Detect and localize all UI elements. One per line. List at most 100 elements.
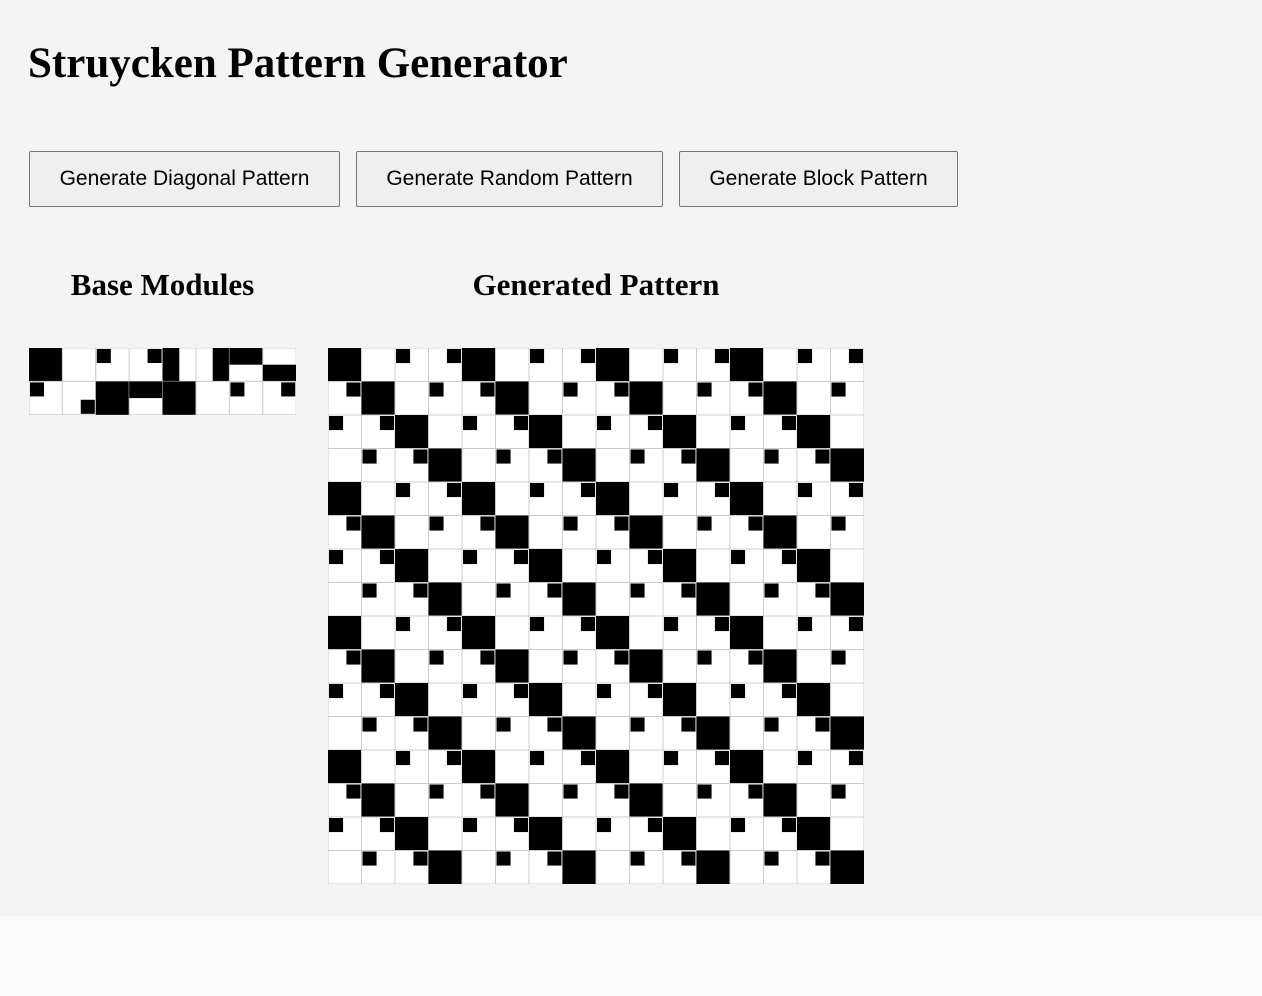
- generated-pattern-grid: [328, 348, 864, 884]
- pattern-cell: [830, 548, 864, 583]
- base-module-cell: [61, 348, 97, 382]
- pattern-cell: [394, 716, 429, 751]
- module-fill-full: [763, 783, 797, 817]
- pattern-cell: [830, 783, 864, 818]
- module-fill-tr: [781, 416, 796, 431]
- pattern-cell: [495, 414, 530, 449]
- module-fill-tl: [664, 617, 679, 632]
- pattern-cell: [830, 749, 864, 784]
- module-fill-tr: [547, 717, 562, 732]
- pattern-cell: [461, 783, 496, 818]
- module-fill-tl: [396, 751, 411, 766]
- generate-diagonal-button[interactable]: Generate Diagonal Pattern: [29, 151, 340, 207]
- module-fill-tl: [764, 851, 779, 866]
- pattern-cell: [629, 414, 664, 449]
- module-fill-tr: [547, 449, 562, 464]
- pattern-cell: [796, 348, 831, 382]
- pattern-cell: [830, 448, 864, 483]
- module-fill-full: [730, 616, 764, 650]
- module-background: [394, 783, 429, 818]
- pattern-cell: [428, 649, 463, 684]
- module-background: [696, 816, 731, 851]
- module-fill-full: [95, 381, 130, 415]
- module-fill-tl: [597, 416, 612, 431]
- pattern-cell: [662, 615, 697, 650]
- pattern-cell: [729, 783, 764, 818]
- pattern-cell: [830, 414, 864, 449]
- generate-random-button[interactable]: Generate Random Pattern: [356, 151, 663, 207]
- module-background: [361, 749, 396, 784]
- module-fill-tr: [748, 650, 763, 665]
- pattern-cell: [461, 548, 496, 583]
- module-fill-tr: [446, 349, 461, 364]
- base-module-cell: [29, 380, 63, 415]
- module-fill-tr: [346, 784, 361, 799]
- module-fill-tl: [597, 684, 612, 699]
- pattern-cell: [328, 816, 362, 851]
- module-fill-tr: [379, 416, 394, 431]
- pattern-cell: [595, 414, 630, 449]
- module-fill-full: [328, 348, 362, 382]
- pattern-cell: [361, 481, 396, 516]
- pattern-cell: [696, 783, 731, 818]
- pattern-cell: [629, 481, 664, 516]
- pattern-cell: [796, 582, 831, 617]
- pattern-cell: [495, 850, 530, 884]
- module-fill-full: [596, 348, 630, 382]
- module-fill-tr: [681, 583, 696, 598]
- module-background: [629, 481, 664, 516]
- pattern-cell: [662, 414, 697, 449]
- pattern-cell: [696, 381, 731, 416]
- pattern-cell: [662, 716, 697, 751]
- module-fill-full: [529, 549, 563, 583]
- module-fill-tr: [346, 650, 361, 665]
- generate-block-button[interactable]: Generate Block Pattern: [679, 151, 958, 207]
- module-fill-tl: [697, 784, 712, 799]
- module-fill-tr: [513, 684, 528, 699]
- pattern-cell: [562, 448, 597, 483]
- module-fill-tl: [664, 751, 679, 766]
- pattern-cell: [562, 481, 597, 516]
- module-fill-tr: [480, 650, 495, 665]
- module-fill-full: [830, 850, 864, 884]
- module-fill-tl: [530, 349, 545, 364]
- module-fill-tl: [731, 550, 746, 565]
- module-fill-full: [29, 348, 63, 382]
- module-fill-full: [663, 817, 697, 851]
- module-fill-tl: [329, 818, 344, 833]
- pattern-cell: [328, 414, 362, 449]
- pattern-cell: [528, 649, 563, 684]
- module-fill-tl: [329, 550, 344, 565]
- pattern-cell: [629, 515, 664, 550]
- module-fill-tl: [362, 717, 377, 732]
- module-fill-full: [428, 850, 462, 884]
- pattern-cell: [830, 515, 864, 550]
- module-fill-full: [428, 716, 462, 750]
- pattern-cell: [629, 850, 664, 884]
- pattern-cell: [461, 448, 496, 483]
- pattern-cell: [428, 414, 463, 449]
- module-fill-full: [562, 716, 596, 750]
- module-fill-tl: [429, 784, 444, 799]
- module-background: [696, 414, 731, 449]
- module-fill-tl: [429, 516, 444, 531]
- pattern-cell: [729, 716, 764, 751]
- pattern-cell: [394, 682, 429, 717]
- pattern-cell: [830, 381, 864, 416]
- module-fill-tl: [798, 617, 813, 632]
- module-fill-full: [629, 649, 663, 683]
- module-fill-full: [361, 649, 395, 683]
- pattern-cell: [562, 850, 597, 884]
- module-background: [562, 816, 597, 851]
- pattern-cell: [528, 850, 563, 884]
- pattern-cell: [394, 414, 429, 449]
- pattern-cell: [428, 582, 463, 617]
- module-background: [328, 582, 362, 617]
- pattern-cell: [394, 615, 429, 650]
- module-fill-full: [596, 750, 630, 784]
- module-fill-full: [629, 783, 663, 817]
- module-background: [495, 481, 530, 516]
- pattern-cell: [729, 481, 764, 516]
- pattern-cell: [361, 716, 396, 751]
- pattern-cell: [662, 348, 697, 382]
